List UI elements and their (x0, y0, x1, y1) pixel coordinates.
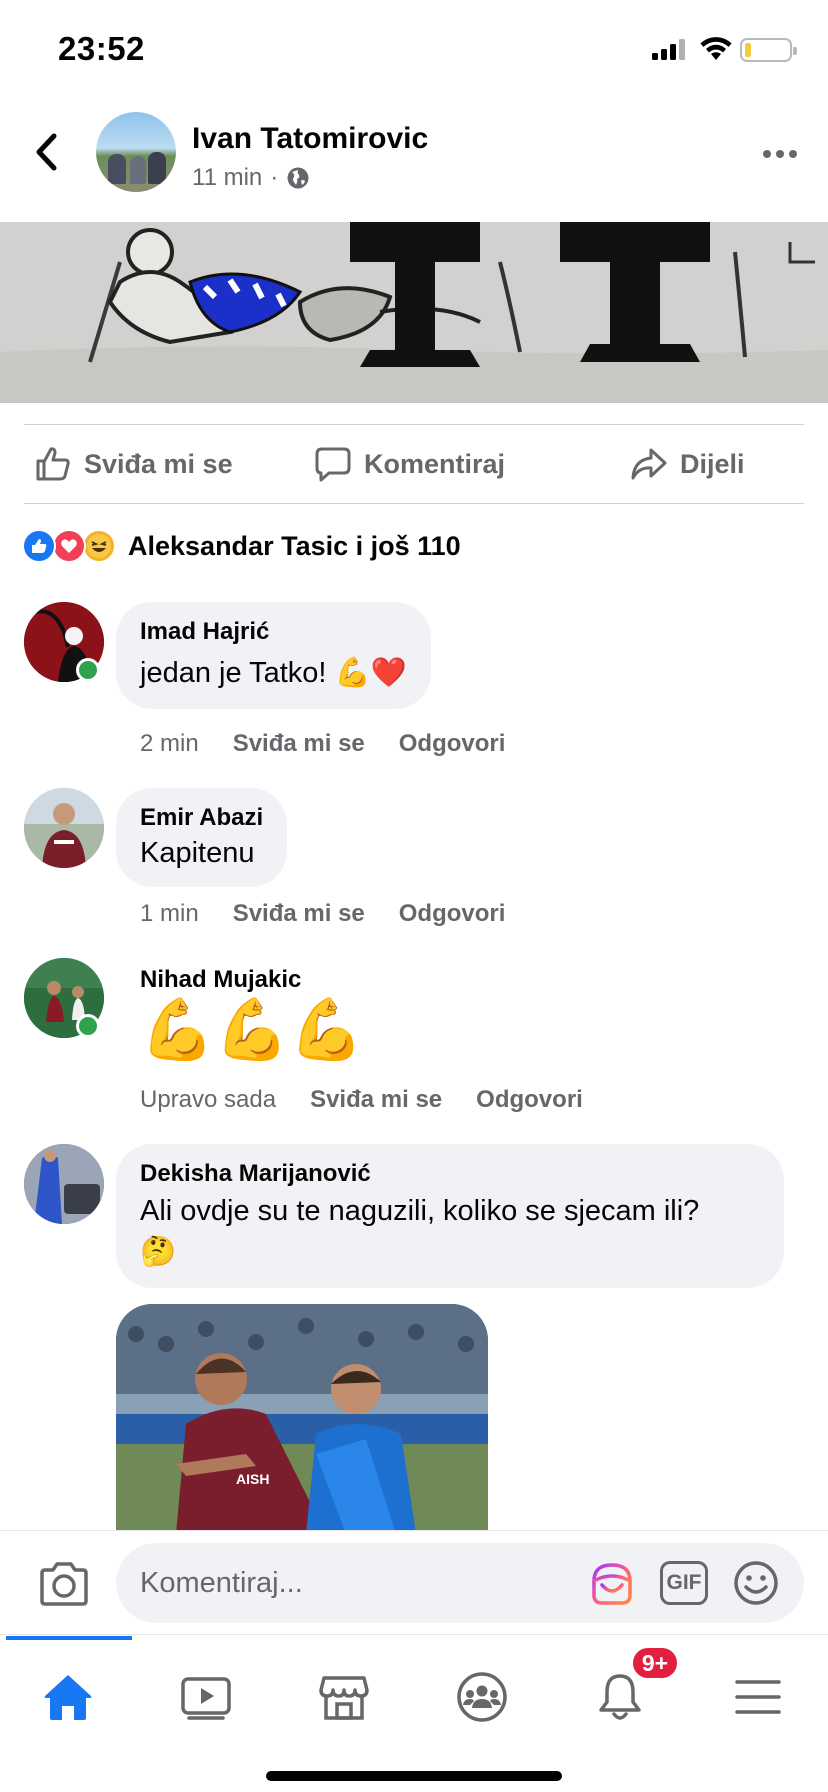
post-header: Ivan Tatomirovic 11 min · (0, 100, 828, 220)
commenter-avatar[interactable] (24, 788, 104, 868)
tab-watch[interactable] (146, 1655, 266, 1739)
comment-reply-button[interactable]: Odgovori (476, 1086, 583, 1114)
comment-composer: GIF (0, 1530, 828, 1634)
share-button[interactable]: Dijeli (630, 424, 745, 504)
online-status-indicator (76, 1014, 100, 1038)
home-indicator (266, 1771, 562, 1781)
comment-bubble[interactable]: Emir Abazi Kapitenu (116, 788, 288, 888)
svg-text:AISH: AISH (236, 1471, 269, 1487)
like-label: Sviđa mi se (84, 448, 233, 479)
camera-icon[interactable] (38, 1561, 90, 1607)
comment-time: Upravo sada (140, 1086, 277, 1113)
comment-photo[interactable]: AISH (116, 1304, 488, 1534)
comment-text: jedan je Tatko! 💪❤️ (140, 657, 407, 689)
commenter-avatar[interactable] (24, 1144, 104, 1224)
author-avatar[interactable] (96, 112, 176, 192)
comment-author[interactable]: Dekisha Marijanović (140, 1160, 760, 1188)
haha-reaction-icon (82, 529, 116, 563)
groups-icon (457, 1672, 507, 1722)
battery-icon (740, 38, 797, 62)
emoji-icon[interactable] (732, 1559, 780, 1607)
comment-meta: Upravo sada Sviđa mi se Odgovori (140, 1086, 583, 1114)
comment-time: 1 min (140, 900, 199, 927)
comment-time: 2 min (140, 730, 199, 757)
comment-text: Kapitenu (140, 837, 255, 869)
post-meta: 11 min · (192, 164, 310, 192)
comment-icon (315, 447, 351, 482)
tab-home[interactable] (8, 1655, 128, 1739)
status-time: 23:52 (58, 30, 145, 67)
thumbs-up-icon (36, 447, 70, 481)
more-options-icon[interactable] (762, 148, 798, 160)
tab-menu[interactable] (698, 1655, 818, 1739)
online-status-indicator (76, 658, 100, 682)
comment-emoji: 🤔 (140, 1236, 177, 1269)
home-icon (44, 1675, 92, 1720)
comment-body[interactable]: Nihad Mujakic 💪💪💪 (140, 966, 364, 1060)
comment-text: 💪💪💪 (140, 996, 365, 1063)
comment-text: Ali ovdje su te naguzili, koliko se sjec… (140, 1195, 700, 1227)
meta-separator: · (270, 164, 279, 191)
cellular-signal-icon (652, 38, 690, 60)
like-reaction-icon (22, 529, 56, 563)
status-bar: 23:52 (0, 0, 828, 100)
divider (24, 503, 804, 504)
comment-reply-button[interactable]: Odgovori (399, 730, 506, 758)
avatar-sticker-icon[interactable] (588, 1559, 636, 1607)
comment-meta: 1 min Sviđa mi se Odgovori (140, 900, 505, 928)
reactions-text[interactable]: Aleksandar Tasic i još 110 (128, 531, 461, 562)
hamburger-menu-icon (735, 1680, 781, 1714)
active-tab-indicator (6, 1636, 132, 1640)
comment-label: Komentiraj (364, 448, 506, 479)
notifications-badge: 9+ (630, 1645, 680, 1681)
reactions-summary[interactable]: Aleksandar Tasic i još 110 (22, 526, 461, 566)
comment-author[interactable]: Nihad Mujakic (140, 966, 364, 994)
back-arrow-icon[interactable] (30, 130, 64, 174)
tab-marketplace[interactable] (284, 1655, 404, 1739)
like-button[interactable]: Sviđa mi se (34, 424, 233, 504)
author-name[interactable]: Ivan Tatomirovic (192, 122, 428, 156)
comment-author[interactable]: Emir Abazi (140, 804, 263, 832)
comment-like-button[interactable]: Sviđa mi se (233, 730, 365, 758)
comment-bubble[interactable]: Dekisha Marijanović Ali ovdje su te nagu… (116, 1144, 784, 1289)
comment-author[interactable]: Imad Hajrić (140, 618, 407, 646)
share-label: Dijeli (680, 448, 745, 479)
post-image[interactable] (0, 222, 828, 403)
share-icon (631, 448, 667, 480)
comment-like-button[interactable]: Sviđa mi se (233, 900, 365, 928)
comment-meta: 2 min Sviđa mi se Odgovori (140, 730, 505, 758)
love-reaction-icon (52, 529, 86, 563)
gif-button[interactable]: GIF (660, 1561, 708, 1605)
wifi-icon (700, 37, 732, 60)
post-time[interactable]: 11 min (192, 164, 262, 192)
post-actions: Sviđa mi se Komentiraj Dijeli (24, 424, 804, 504)
comment-bubble[interactable]: Imad Hajrić jedan je Tatko! 💪❤️ (116, 602, 431, 710)
bottom-tab-bar: 9+ (0, 1634, 828, 1792)
globe-icon (287, 167, 309, 189)
comment-reply-button[interactable]: Odgovori (399, 900, 506, 928)
comment-button[interactable]: Komentiraj (314, 424, 505, 504)
comment-like-button[interactable]: Sviđa mi se (310, 1086, 442, 1114)
tab-groups[interactable] (422, 1655, 542, 1739)
marketplace-store-icon (319, 1676, 369, 1720)
watch-video-icon (181, 1677, 231, 1720)
